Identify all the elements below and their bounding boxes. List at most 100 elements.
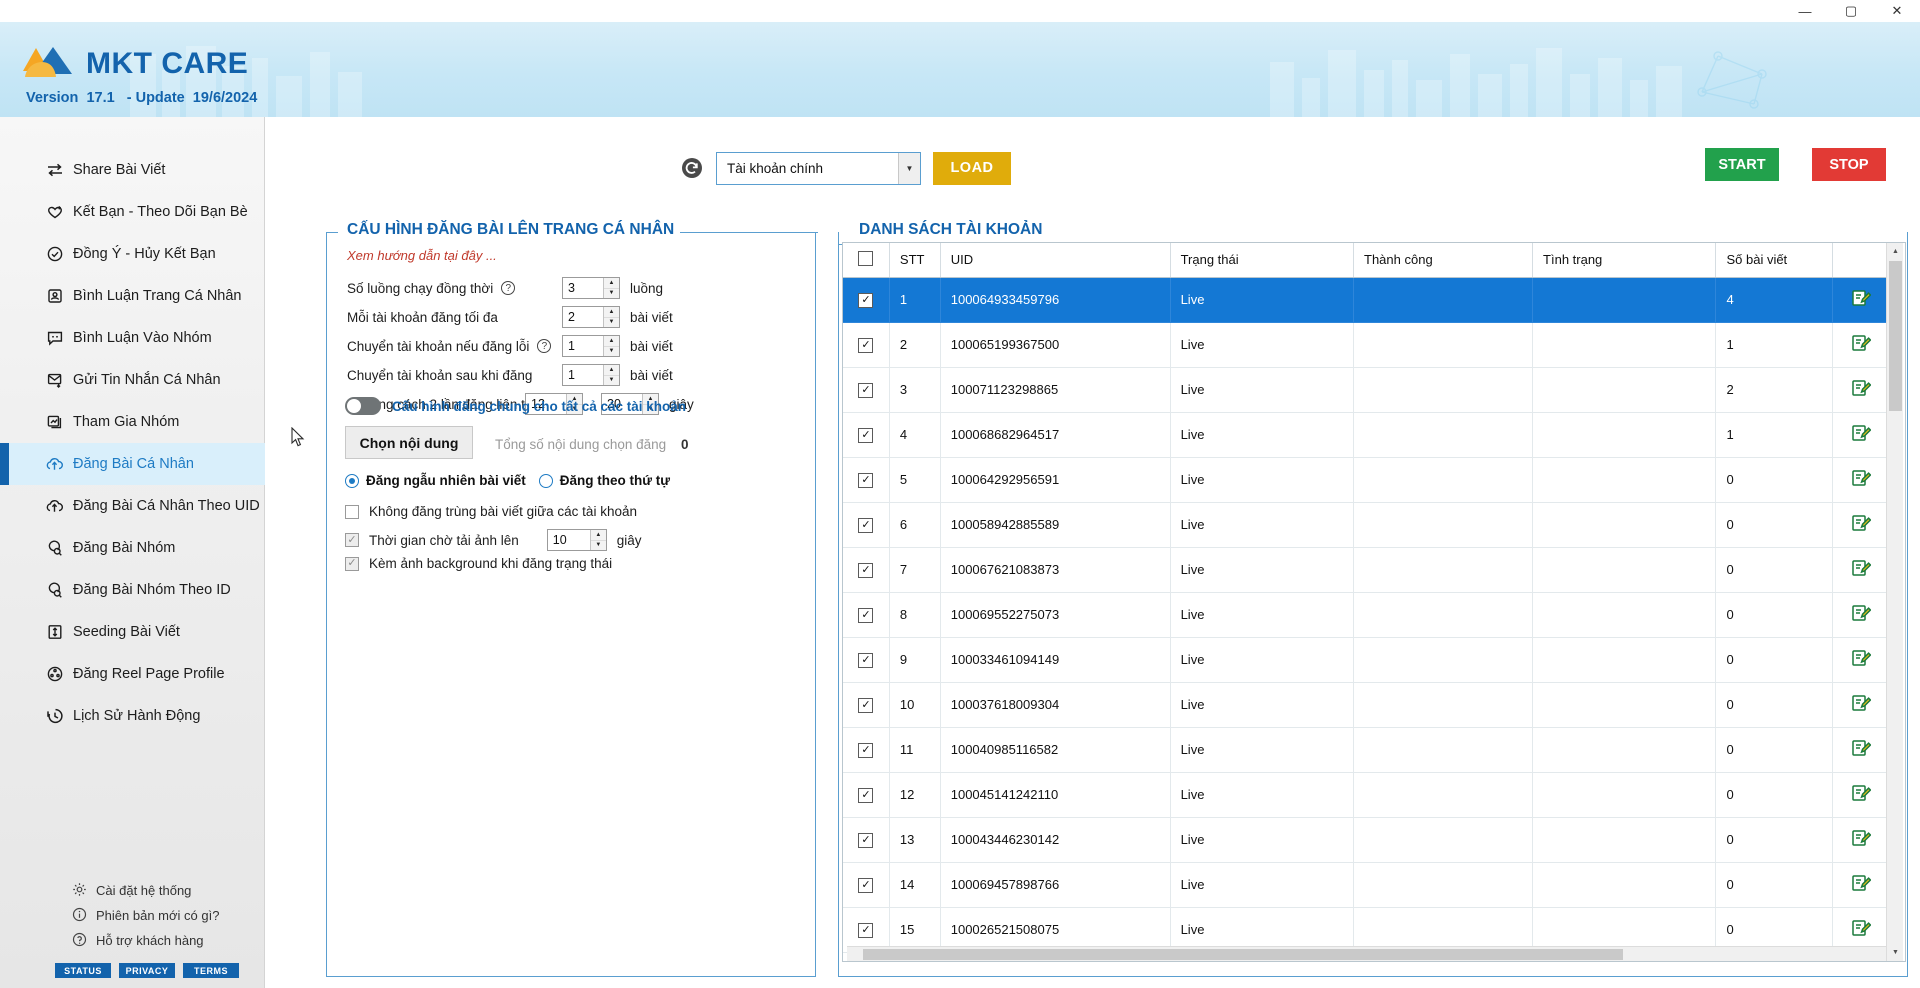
help-icon[interactable]: ? xyxy=(501,281,516,295)
row-action-cell[interactable] xyxy=(1832,682,1890,728)
sidebar-item-seeding-bai-viet[interactable]: Seeding Bài Viết xyxy=(0,611,265,653)
edit-icon[interactable] xyxy=(1851,920,1872,941)
stop-button[interactable]: STOP xyxy=(1812,148,1886,181)
sidebar-item-dang-bai-nhom-theo-id[interactable]: Đăng Bài Nhóm Theo ID xyxy=(0,569,265,611)
so-luong-stepper[interactable]: ▲▼ xyxy=(562,277,620,299)
row-checkbox[interactable]: ✓ xyxy=(858,878,874,893)
edit-icon[interactable] xyxy=(1851,650,1872,671)
row-checkbox[interactable]: ✓ xyxy=(858,293,874,308)
checkbox-kem-anh-background[interactable]: Kèm ảnh background khi đăng trạng thái xyxy=(345,556,612,571)
sidebar-item-tham-gia-nhom[interactable]: Tham Gia Nhóm xyxy=(0,401,265,443)
row-checkbox-cell[interactable]: ✓ xyxy=(843,367,890,413)
edit-icon[interactable] xyxy=(1851,515,1872,536)
row-checkbox[interactable]: ✓ xyxy=(858,518,874,533)
row-checkbox-cell[interactable]: ✓ xyxy=(843,412,890,458)
footer-item-ho-tro-khach-hang[interactable]: Hỗ trợ khách hàng xyxy=(0,928,265,953)
choose-content-button[interactable]: Chọn nội dung xyxy=(345,426,473,459)
shared-config-toggle[interactable] xyxy=(345,397,381,415)
row-checkbox-cell[interactable]: ✓ xyxy=(843,547,890,593)
column-header-thanh-cong[interactable]: Thành công xyxy=(1353,243,1534,278)
row-checkbox-cell[interactable]: ✓ xyxy=(843,457,890,503)
table-row[interactable]: ✓ 8 100069552275073 Live 0 xyxy=(843,592,1890,638)
table-row[interactable]: ✓ 9 100033461094149 Live 0 xyxy=(843,637,1890,683)
horizontal-scrollbar[interactable] xyxy=(847,946,1887,961)
table-row[interactable]: ✓ 1 100064933459796 Live 4 xyxy=(843,277,1890,323)
edit-icon[interactable] xyxy=(1851,560,1872,581)
stepper-arrows[interactable]: ▲ ▼ xyxy=(589,530,606,550)
sidebar-item-lich-su-hanh-dong[interactable]: Lịch Sử Hành Động xyxy=(0,695,265,737)
start-button[interactable]: START xyxy=(1705,148,1779,181)
radio-dang-theo-thu-tu[interactable]: Đăng theo thứ tự xyxy=(538,473,670,488)
edit-icon[interactable] xyxy=(1851,290,1872,311)
sidebar-item-ket-ban-theo-doi-ban-be[interactable]: Kết Bạn - Theo Dõi Bạn Bè xyxy=(0,191,265,233)
row-checkbox[interactable]: ✓ xyxy=(858,473,874,488)
radio-dang-ngau-nhien[interactable]: Đăng ngẫu nhiên bài viết xyxy=(345,473,526,488)
table-row[interactable]: ✓ 12 100045141242110 Live 0 xyxy=(843,772,1890,818)
row-checkbox-cell[interactable]: ✓ xyxy=(843,502,890,548)
table-row[interactable]: ✓ 7 100067621083873 Live 0 xyxy=(843,547,1890,593)
row-checkbox-cell[interactable]: ✓ xyxy=(843,277,890,323)
row-checkbox[interactable]: ✓ xyxy=(858,698,874,713)
edit-icon[interactable] xyxy=(1851,740,1872,761)
toi-da-input[interactable] xyxy=(563,310,599,324)
row-action-cell[interactable] xyxy=(1832,322,1890,368)
thoi-gian-cho-stepper[interactable]: ▲▼ xyxy=(546,529,607,551)
thoi-gian-cho-input[interactable] xyxy=(547,533,584,547)
edit-icon[interactable] xyxy=(1851,380,1872,401)
so-luong-input[interactable] xyxy=(563,281,599,295)
row-checkbox-cell[interactable]: ✓ xyxy=(843,682,890,728)
hscroll-thumb[interactable] xyxy=(863,949,1623,960)
column-header-so-bai-viet[interactable]: Số bài viết xyxy=(1715,243,1833,278)
sidebar-item-binh-luan-vao-nhom[interactable]: Bình Luận Vào Nhóm xyxy=(0,317,265,359)
load-button[interactable]: LOAD xyxy=(933,151,1011,185)
badge-terms[interactable]: TERMS xyxy=(183,963,239,978)
dang-loi-input[interactable] xyxy=(563,339,599,353)
minimize-button[interactable]: — xyxy=(1782,0,1828,22)
stepper-arrows[interactable]: ▲ ▼ xyxy=(603,278,619,298)
edit-icon[interactable] xyxy=(1851,830,1872,851)
row-action-cell[interactable] xyxy=(1832,772,1890,818)
stepper-arrows[interactable]: ▲ ▼ xyxy=(603,307,619,327)
row-action-cell[interactable] xyxy=(1832,412,1890,458)
row-checkbox-cell[interactable]: ✓ xyxy=(843,322,890,368)
column-header-tinh-trang[interactable]: Tình trạng xyxy=(1532,243,1717,278)
scroll-down-icon[interactable]: ▼ xyxy=(1887,944,1904,961)
help-icon[interactable]: ? xyxy=(537,339,552,353)
sidebar-item-share-bai-viet[interactable]: Share Bài Viết xyxy=(0,149,265,191)
edit-icon[interactable] xyxy=(1851,785,1872,806)
row-checkbox[interactable]: ✓ xyxy=(858,608,874,623)
row-checkbox[interactable]: ✓ xyxy=(858,563,874,578)
table-row[interactable]: ✓ 11 100040985116582 Live 0 xyxy=(843,727,1890,773)
refresh-circle-icon[interactable] xyxy=(680,156,704,180)
row-checkbox-cell[interactable]: ✓ xyxy=(843,637,890,683)
footer-item-cai-dat-he-thong[interactable]: Cài đặt hệ thống xyxy=(0,878,265,903)
column-header-trang-thai[interactable]: Trạng thái xyxy=(1170,243,1355,278)
row-action-cell[interactable] xyxy=(1832,817,1890,863)
dang-loi-stepper[interactable]: ▲▼ xyxy=(562,335,620,357)
table-row[interactable]: ✓ 6 100058942885589 Live 0 xyxy=(843,502,1890,548)
maximize-button[interactable]: ▢ xyxy=(1828,0,1874,22)
edit-icon[interactable] xyxy=(1851,470,1872,491)
table-row[interactable]: ✓ 4 100068682964517 Live 1 xyxy=(843,412,1890,458)
badge-status[interactable]: STATUS xyxy=(55,963,111,978)
sau-khi-dang-input[interactable] xyxy=(563,368,599,382)
config-hint-link[interactable]: Xem hướng dẫn tại đây ... xyxy=(347,248,497,263)
row-action-cell[interactable] xyxy=(1832,547,1890,593)
table-row[interactable]: ✓ 2 100065199367500 Live 1 xyxy=(843,322,1890,368)
badge-privacy[interactable]: PRIVACY xyxy=(119,963,175,978)
column-header-uid[interactable]: UID xyxy=(940,243,1171,278)
edit-icon[interactable] xyxy=(1851,605,1872,626)
sidebar-item-gui-tin-nhan-ca-nhan[interactable]: Gửi Tin Nhắn Cá Nhân xyxy=(0,359,265,401)
sidebar-item-dong-y-huy-ket-ban[interactable]: Đồng Ý - Hủy Kết Bạn xyxy=(0,233,265,275)
edit-icon[interactable] xyxy=(1851,335,1872,356)
row-action-cell[interactable] xyxy=(1832,727,1890,773)
vertical-scrollbar[interactable]: ▲ ▼ xyxy=(1886,243,1903,961)
checkbox-thoi-gian-cho[interactable]: Thời gian chờ tải ảnh lên ▲▼ giây xyxy=(345,529,642,551)
account-select[interactable]: Tài khoản chính ▼ xyxy=(716,151,921,185)
row-checkbox-cell[interactable]: ✓ xyxy=(843,592,890,638)
stepper-arrows[interactable]: ▲ ▼ xyxy=(603,365,619,385)
row-checkbox-cell[interactable]: ✓ xyxy=(843,817,890,863)
sau-khi-dang-stepper[interactable]: ▲▼ xyxy=(562,364,620,386)
sidebar-item-dang-reel-page-profile[interactable]: Đăng Reel Page Profile xyxy=(0,653,265,695)
select-all-checkbox[interactable] xyxy=(858,250,874,266)
